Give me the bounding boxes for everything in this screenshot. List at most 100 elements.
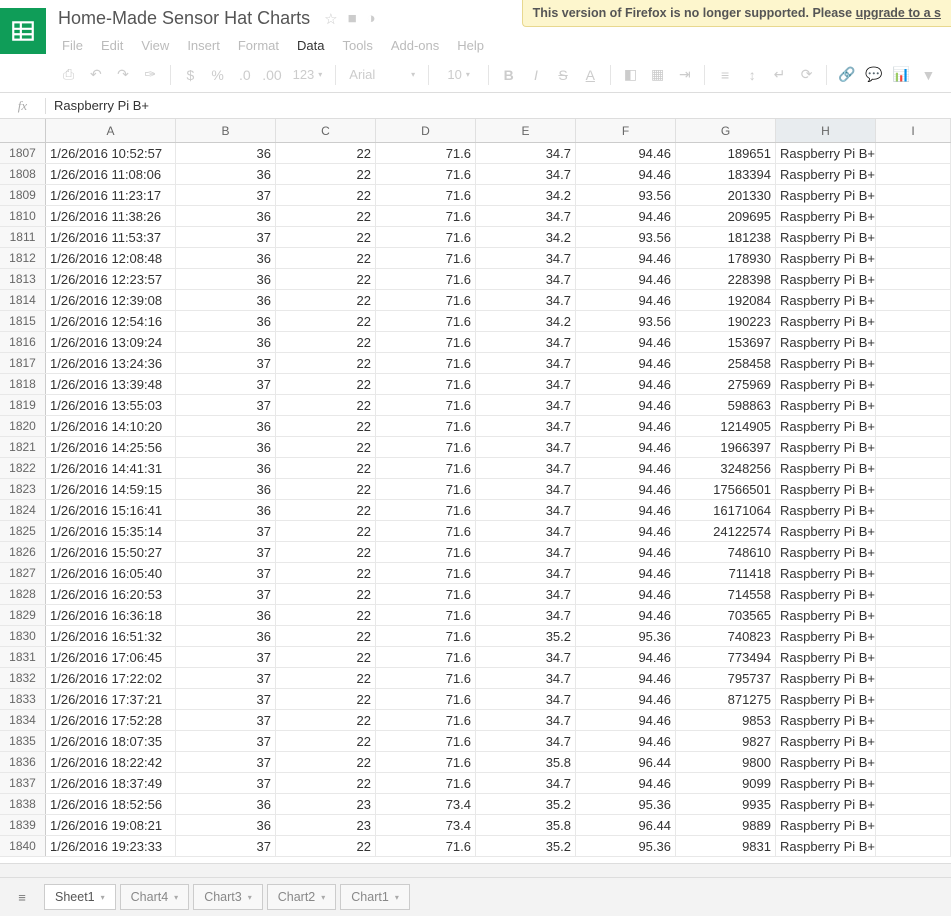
cell[interactable]: 1/26/2016 14:41:31 [46,458,176,478]
col-header-C[interactable]: C [276,119,376,142]
row-header[interactable]: 1820 [0,416,46,436]
cell[interactable]: 22 [276,752,376,772]
wrap-icon[interactable]: ↵ [767,63,792,87]
cell[interactable]: 94.46 [576,689,676,709]
cell[interactable]: 37 [176,395,276,415]
cell[interactable]: 22 [276,731,376,751]
cell[interactable]: Raspberry Pi B+ [776,752,876,772]
cell[interactable]: 71.6 [376,332,476,352]
cell[interactable]: 181238 [676,227,776,247]
cell[interactable]: 209695 [676,206,776,226]
cell[interactable]: 34.7 [476,563,576,583]
cell[interactable]: 22 [276,164,376,184]
cell[interactable]: 22 [276,836,376,856]
cell[interactable]: 1/26/2016 18:07:35 [46,731,176,751]
cell[interactable]: 71.6 [376,206,476,226]
comment-icon[interactable]: 💬 [861,63,886,87]
cell[interactable]: 36 [176,164,276,184]
cell[interactable]: 1214905 [676,416,776,436]
cell[interactable]: 71.6 [376,437,476,457]
sheets-logo[interactable] [0,8,46,54]
cell[interactable]: 22 [276,668,376,688]
cell[interactable]: Raspberry Pi B+ [776,584,876,604]
cell[interactable]: Raspberry Pi B+ [776,185,876,205]
cell[interactable]: 93.56 [576,311,676,331]
cell[interactable] [876,374,951,394]
menu-tools[interactable]: Tools [334,34,380,57]
cell[interactable]: Raspberry Pi B+ [776,689,876,709]
cell[interactable] [876,731,951,751]
cell[interactable]: 37 [176,752,276,772]
cell[interactable]: Raspberry Pi B+ [776,395,876,415]
menu-insert[interactable]: Insert [179,34,228,57]
filter-icon[interactable]: ▼ [916,63,941,87]
cell[interactable]: 22 [276,710,376,730]
increase-decimal-icon[interactable]: .00 [259,63,284,87]
cell[interactable]: 1/26/2016 11:38:26 [46,206,176,226]
cell[interactable]: 94.46 [576,542,676,562]
cell[interactable] [876,458,951,478]
row-header[interactable]: 1814 [0,290,46,310]
cell[interactable]: 9853 [676,710,776,730]
menu-data[interactable]: Data [289,34,332,57]
cell[interactable]: 94.46 [576,437,676,457]
cell[interactable]: 37 [176,542,276,562]
cell[interactable]: 37 [176,647,276,667]
cell[interactable]: 1/26/2016 11:53:37 [46,227,176,247]
row-header[interactable]: 1838 [0,794,46,814]
cell[interactable]: 96.44 [576,815,676,835]
cell[interactable]: 22 [276,311,376,331]
cell[interactable]: 1/26/2016 18:37:49 [46,773,176,793]
cell[interactable]: 37 [176,563,276,583]
cell[interactable]: Raspberry Pi B+ [776,794,876,814]
cell[interactable]: 22 [276,479,376,499]
cell[interactable]: 1/26/2016 17:37:21 [46,689,176,709]
cell[interactable]: 94.46 [576,395,676,415]
cell[interactable]: Raspberry Pi B+ [776,668,876,688]
row-header[interactable]: 1836 [0,752,46,772]
cell[interactable]: 1/26/2016 16:36:18 [46,605,176,625]
cell[interactable]: 94.46 [576,773,676,793]
align-icon[interactable]: ≡ [712,63,737,87]
cell[interactable]: 22 [276,437,376,457]
row-header[interactable]: 1815 [0,311,46,331]
cell[interactable]: 598863 [676,395,776,415]
cell[interactable]: 37 [176,584,276,604]
cell[interactable]: 71.6 [376,773,476,793]
cell[interactable]: 22 [276,353,376,373]
cell[interactable]: 22 [276,416,376,436]
cell[interactable]: 16171064 [676,500,776,520]
cell[interactable]: 22 [276,458,376,478]
cell[interactable] [876,479,951,499]
cell[interactable]: 22 [276,626,376,646]
cell[interactable]: 94.46 [576,374,676,394]
cell[interactable]: 34.2 [476,311,576,331]
cell[interactable]: 9831 [676,836,776,856]
cell[interactable]: Raspberry Pi B+ [776,164,876,184]
cell[interactable] [876,500,951,520]
cell[interactable]: 71.6 [376,731,476,751]
row-header[interactable]: 1829 [0,605,46,625]
menu-view[interactable]: View [133,34,177,57]
cell[interactable]: 9827 [676,731,776,751]
cell[interactable]: 34.7 [476,437,576,457]
chart-icon[interactable]: 📊 [889,63,914,87]
cell[interactable]: 71.6 [376,416,476,436]
cell[interactable]: 1/26/2016 14:59:15 [46,479,176,499]
cell[interactable]: 71.6 [376,605,476,625]
cell[interactable]: 1/26/2016 16:51:32 [46,626,176,646]
cell[interactable]: 9800 [676,752,776,772]
row-header[interactable]: 1840 [0,836,46,856]
row-header[interactable]: 1813 [0,269,46,289]
col-header-A[interactable]: A [46,119,176,142]
cell[interactable]: 1/26/2016 12:08:48 [46,248,176,268]
cell[interactable]: Raspberry Pi B+ [776,206,876,226]
cell[interactable]: 703565 [676,605,776,625]
cell[interactable]: 748610 [676,542,776,562]
cell[interactable]: 36 [176,311,276,331]
doc-title[interactable]: Home-Made Sensor Hat Charts [54,6,314,31]
row-header[interactable]: 1810 [0,206,46,226]
cell[interactable] [876,269,951,289]
cell[interactable]: 71.6 [376,521,476,541]
row-header[interactable]: 1835 [0,731,46,751]
